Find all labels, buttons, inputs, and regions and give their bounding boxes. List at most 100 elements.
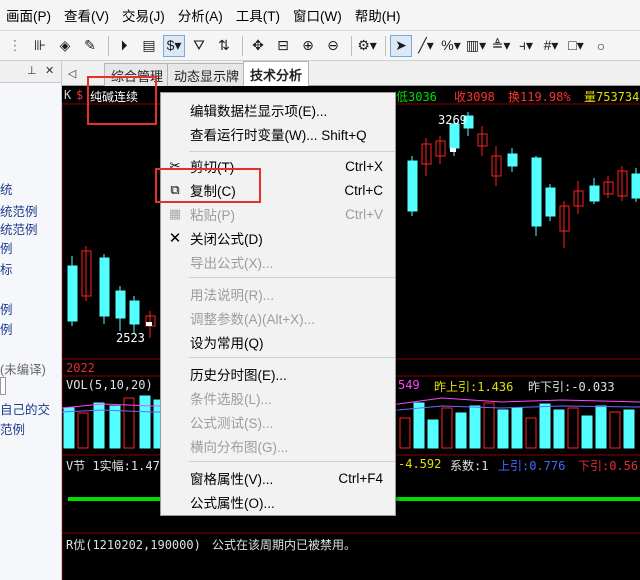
menu-view[interactable]: 查看(V) — [64, 5, 109, 25]
gear-icon[interactable]: ⚙▾ — [356, 35, 378, 57]
volume-bar — [77, 412, 89, 449]
menu-separator — [189, 151, 395, 152]
paste-icon: ▦ — [168, 206, 182, 221]
candle-body — [407, 160, 418, 212]
alert-icon: $ — [76, 88, 84, 102]
zoom-out-icon[interactable]: ⊖ — [322, 35, 344, 57]
bracket-icon[interactable]: ⫞▾ — [515, 35, 537, 57]
menu-item-paste[interactable]: ▦ 粘贴(P) Ctrl+V — [161, 202, 395, 226]
candle-body — [545, 187, 556, 217]
refresh-icon[interactable]: ⇅ — [213, 35, 235, 57]
formula-item[interactable]: 自己的交 — [0, 399, 50, 418]
formula-disabled-message: 公式在该周期内已被禁用。 — [212, 538, 357, 552]
volume-bar — [399, 417, 411, 449]
pin-icon[interactable]: ⊥ — [27, 64, 37, 77]
filter-icon[interactable]: ⛛ — [188, 35, 210, 57]
menu-item-formula-test[interactable]: 公式测试(S)... — [161, 410, 395, 434]
diamond-icon[interactable]: ◈ — [54, 35, 76, 57]
menu-help[interactable]: 帮助(H) — [355, 5, 401, 25]
formula-item[interactable]: (未编译) — [0, 359, 46, 378]
grid-icon[interactable]: ▥▾ — [465, 35, 487, 57]
document-icon[interactable]: ▤ — [138, 35, 160, 57]
formula-item[interactable]: 例 — [0, 299, 13, 318]
formula-item[interactable]: 统范例 — [0, 219, 38, 238]
stock-name: 纯碱连续 — [90, 90, 139, 104]
menu-item-close-formula[interactable]: ✕ 关闭公式(D) — [161, 226, 395, 250]
zoom-in-icon[interactable]: ⊕ — [297, 35, 319, 57]
tab-scroll-left-icon[interactable]: ◁ — [64, 64, 80, 82]
menu-analysis[interactable]: 分析(A) — [178, 5, 223, 25]
menu-tools[interactable]: 工具(T) — [236, 5, 280, 25]
menu-item-adjust-params[interactable]: 调整参数(A)(Alt+X)... — [161, 306, 395, 330]
menu-item-edit-data-bar[interactable]: 编辑数据栏显示项(E)... — [161, 98, 395, 122]
v-upper: 上引:0.776 — [498, 459, 566, 473]
volume-bar — [427, 419, 439, 449]
formula-item[interactable]: 范例 — [0, 419, 25, 438]
formula-item[interactable]: 标 — [0, 259, 13, 278]
low-price-label: 2523 — [116, 331, 145, 345]
header-turnover: 换119.98% — [508, 90, 571, 104]
formula-item[interactable]: 例 — [0, 238, 13, 257]
menu-trade[interactable]: 交易(J) — [122, 5, 165, 25]
rectangle-icon[interactable]: □▾ — [565, 35, 587, 57]
candle-body — [115, 290, 126, 319]
volume-bar — [109, 405, 121, 449]
formula-item[interactable]: 统 — [0, 179, 13, 198]
circle-icon[interactable]: ○ — [590, 35, 612, 57]
menu-item-condition-screen[interactable]: 条件选股(L)... — [161, 386, 395, 410]
copy-icon: ⧉ — [170, 182, 180, 197]
edit-icon[interactable]: ✎ — [79, 35, 101, 57]
hash-icon[interactable]: #▾ — [540, 35, 562, 57]
move-icon[interactable]: ✥ — [247, 35, 269, 57]
v-coefficient: 系数:1 — [450, 459, 489, 473]
volume-bar — [539, 403, 551, 449]
play-icon[interactable]: ⏵ — [113, 35, 135, 57]
formula-item[interactable]: 例 — [0, 319, 13, 338]
close-icon[interactable]: ✕ — [45, 64, 54, 77]
fibonacci-icon[interactable]: ≜▾ — [490, 35, 512, 57]
marker-dot — [450, 148, 456, 152]
menu-item-pane-properties[interactable]: 窗格属性(V)... Ctrl+F4 — [161, 466, 395, 490]
menu-bar: 画面(P) 查看(V) 交易(J) 分析(A) 工具(T) 窗口(W) 帮助(H… — [0, 0, 640, 31]
vol-indicator-label: VOL(5,10,20) V — [66, 378, 168, 392]
align-icon[interactable]: ⊪ — [29, 35, 51, 57]
menu-item-copy[interactable]: ⧉ 复制(C) Ctrl+C — [161, 178, 395, 202]
v-lower: 下引:0.56 — [578, 459, 639, 473]
volume-bar — [595, 405, 607, 449]
toolbar-separator — [242, 35, 243, 56]
menu-item-history-intraday[interactable]: 历史分时图(E)... — [161, 362, 395, 386]
formula-item[interactable]: 统范例 — [0, 201, 38, 220]
left-formula-panel: ⊥ ✕ 统 统范例 统范例 例 标 例 例 (未编译) 自己的交 范例 — [0, 61, 62, 580]
tab-overview[interactable]: 综合管理 — [104, 63, 171, 86]
tab-dynamic-board[interactable]: 动态显示牌 — [167, 63, 247, 86]
percent-icon[interactable]: %▾ — [440, 35, 462, 57]
dollar-icon[interactable]: $▾ — [163, 34, 185, 57]
menu-item-runtime-variables[interactable]: 查看运行时变量(W)... Shift+Q — [161, 122, 395, 146]
candle-body — [507, 153, 518, 167]
marker-dot — [146, 322, 152, 326]
volume-bar — [441, 407, 453, 449]
cursor-icon[interactable]: ➤ — [390, 34, 412, 57]
menu-item-formula-properties[interactable]: 公式属性(O)... — [161, 490, 395, 514]
tab-strip: ◁ 综合管理 动态显示牌 技术分析 — [62, 61, 640, 87]
zoom-out-box-icon[interactable]: ⊟ — [272, 35, 294, 57]
menu-item-usage[interactable]: 用法说明(R)... — [161, 282, 395, 306]
tab-technical-analysis[interactable]: 技术分析 — [243, 61, 310, 87]
toolbar-separator — [385, 35, 386, 56]
toolbar-separator — [351, 35, 352, 56]
toolbar-separator — [108, 35, 109, 56]
volume-bar — [581, 415, 593, 449]
volume-bar — [413, 402, 425, 449]
grip-icon: ⋮ — [8, 37, 22, 53]
header-volume: 量753734 — [584, 90, 640, 104]
menu-screen[interactable]: 画面(P) — [6, 5, 51, 25]
menu-item-cut[interactable]: ✂ 剪切(T) Ctrl+X — [161, 154, 395, 178]
draw-line-icon[interactable]: ╱▾ — [415, 35, 437, 57]
menu-item-set-frequent[interactable]: 设为常用(Q) — [161, 330, 395, 354]
menu-window[interactable]: 窗口(W) — [293, 5, 342, 25]
menu-item-export-formula[interactable]: 导出公式(X)... — [161, 250, 395, 274]
formula-item-box — [0, 377, 6, 395]
menu-item-horizontal-distribution[interactable]: 横向分布图(G)... — [161, 434, 395, 458]
menu-separator — [189, 277, 395, 278]
panel-header: ⊥ ✕ — [0, 61, 61, 83]
